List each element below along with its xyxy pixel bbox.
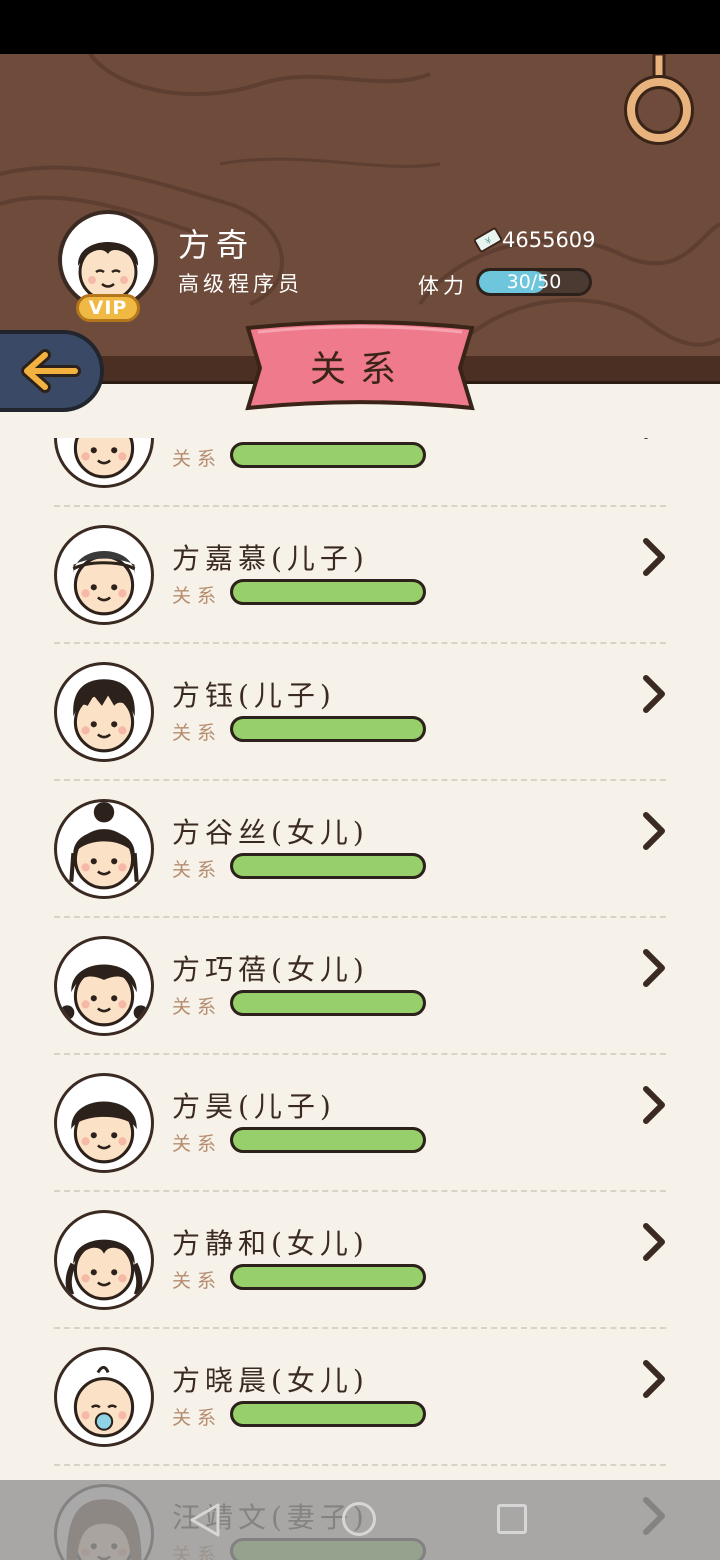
member-name: 方晓晨(女儿)	[172, 1364, 369, 1397]
status-bar	[0, 0, 720, 54]
relation-label: 关系	[172, 1270, 223, 1292]
chevron-right-icon[interactable]	[640, 1222, 668, 1262]
relation-bar-fill	[233, 719, 423, 739]
relation-bar-fill	[233, 1404, 423, 1424]
relation-row[interactable]: 方钰(儿子) 关系	[0, 644, 720, 781]
vip-badge: VIP	[76, 294, 140, 322]
relation-row[interactable]: 方乐瑶(女儿) 关系	[0, 438, 720, 507]
member-avatar	[54, 936, 154, 1036]
nav-back-icon[interactable]	[188, 1502, 222, 1538]
girl-twin-buns-face-icon	[73, 438, 135, 479]
relation-row[interactable]: 方嘉慕(儿子) 关系	[0, 507, 720, 644]
banknote-icon: ¥	[474, 227, 502, 253]
member-name: 方乐瑶(女儿)	[172, 438, 369, 440]
member-name: 方嘉慕(儿子)	[172, 542, 369, 575]
relation-row[interactable]: 方晓晨(女儿) 关系	[0, 1329, 720, 1466]
relation-list[interactable]: 方乐瑶(女儿)关系方嘉慕(儿子)关系方钰(儿子)关系方谷丝(女儿)关系方巧蓓(女…	[0, 438, 720, 1560]
boy-spiky-face-icon	[73, 679, 135, 753]
relation-row[interactable]: 方昊(儿子) 关系	[0, 1055, 720, 1192]
stamina-label: 体力	[418, 274, 468, 298]
nav-home-icon[interactable]	[342, 1502, 376, 1536]
boy-fringe-face-icon	[71, 1101, 137, 1164]
money-value: 4655609	[502, 228, 596, 252]
relation-bar	[230, 442, 426, 468]
relation-bar	[230, 579, 426, 605]
chevron-right-icon[interactable]	[640, 811, 668, 851]
page-title: 关系	[309, 349, 410, 390]
relation-bar-fill	[233, 582, 423, 602]
stamina-value: 30/50	[506, 271, 562, 293]
chevron-right-icon[interactable]	[640, 438, 668, 440]
relation-bar	[230, 1401, 426, 1427]
relation-label: 关系	[172, 722, 223, 744]
member-avatar	[54, 1347, 154, 1447]
chevron-right-icon[interactable]	[640, 674, 668, 714]
relation-label: 关系	[172, 996, 223, 1018]
girl-braids-face-icon	[65, 1239, 143, 1301]
relation-label: 关系	[172, 1407, 223, 1429]
member-avatar	[54, 1210, 154, 1310]
member-avatar	[54, 1073, 154, 1173]
member-avatar	[54, 438, 154, 488]
chevron-right-icon[interactable]	[640, 948, 668, 988]
player-face-icon	[77, 242, 139, 302]
chevron-right-icon[interactable]	[640, 1085, 668, 1125]
relation-bar	[230, 1127, 426, 1153]
baby-pacifier-face-icon	[73, 1365, 135, 1438]
member-avatar	[54, 525, 154, 625]
relation-bar	[230, 1264, 426, 1290]
ring-icon[interactable]	[624, 54, 694, 150]
relation-bar-fill	[233, 445, 423, 465]
chevron-right-icon[interactable]	[640, 537, 668, 577]
nav-recent-icon[interactable]	[497, 1504, 527, 1534]
relation-bar-fill	[233, 993, 423, 1013]
chevron-right-icon[interactable]	[640, 1359, 668, 1399]
relation-label: 关系	[172, 585, 223, 607]
relation-label: 关系	[172, 1133, 223, 1155]
relation-label: 关系	[172, 859, 223, 881]
member-name: 方谷丝(女儿)	[172, 816, 369, 849]
relation-row[interactable]: 方谷丝(女儿) 关系	[0, 781, 720, 918]
relation-row[interactable]: 方静和(女儿) 关系	[0, 1192, 720, 1329]
relation-bar-fill	[233, 1130, 423, 1150]
member-name: 方钰(儿子)	[172, 679, 336, 712]
girl-pigtails-face-icon	[60, 964, 148, 1027]
stamina-bar: 30/50	[476, 268, 592, 296]
player-name: 方奇	[178, 226, 255, 264]
back-arrow-icon	[21, 349, 81, 393]
member-avatar	[54, 662, 154, 762]
player-title: 高级程序员	[178, 272, 303, 296]
girl-topknot-face-icon	[69, 802, 139, 890]
member-name: 方昊(儿子)	[172, 1090, 336, 1123]
relation-bar	[230, 716, 426, 742]
relation-bar	[230, 853, 426, 879]
member-name: 方巧蓓(女儿)	[172, 953, 369, 986]
back-button[interactable]	[0, 330, 104, 412]
relation-label: 关系	[172, 448, 223, 470]
relation-bar	[230, 990, 426, 1016]
boy-cap-face-icon	[72, 550, 136, 616]
relation-bar-fill	[233, 856, 423, 876]
member-avatar	[54, 799, 154, 899]
member-name: 方静和(女儿)	[172, 1227, 369, 1260]
relation-row[interactable]: 方巧蓓(女儿) 关系	[0, 918, 720, 1055]
relation-bar-fill	[233, 1267, 423, 1287]
